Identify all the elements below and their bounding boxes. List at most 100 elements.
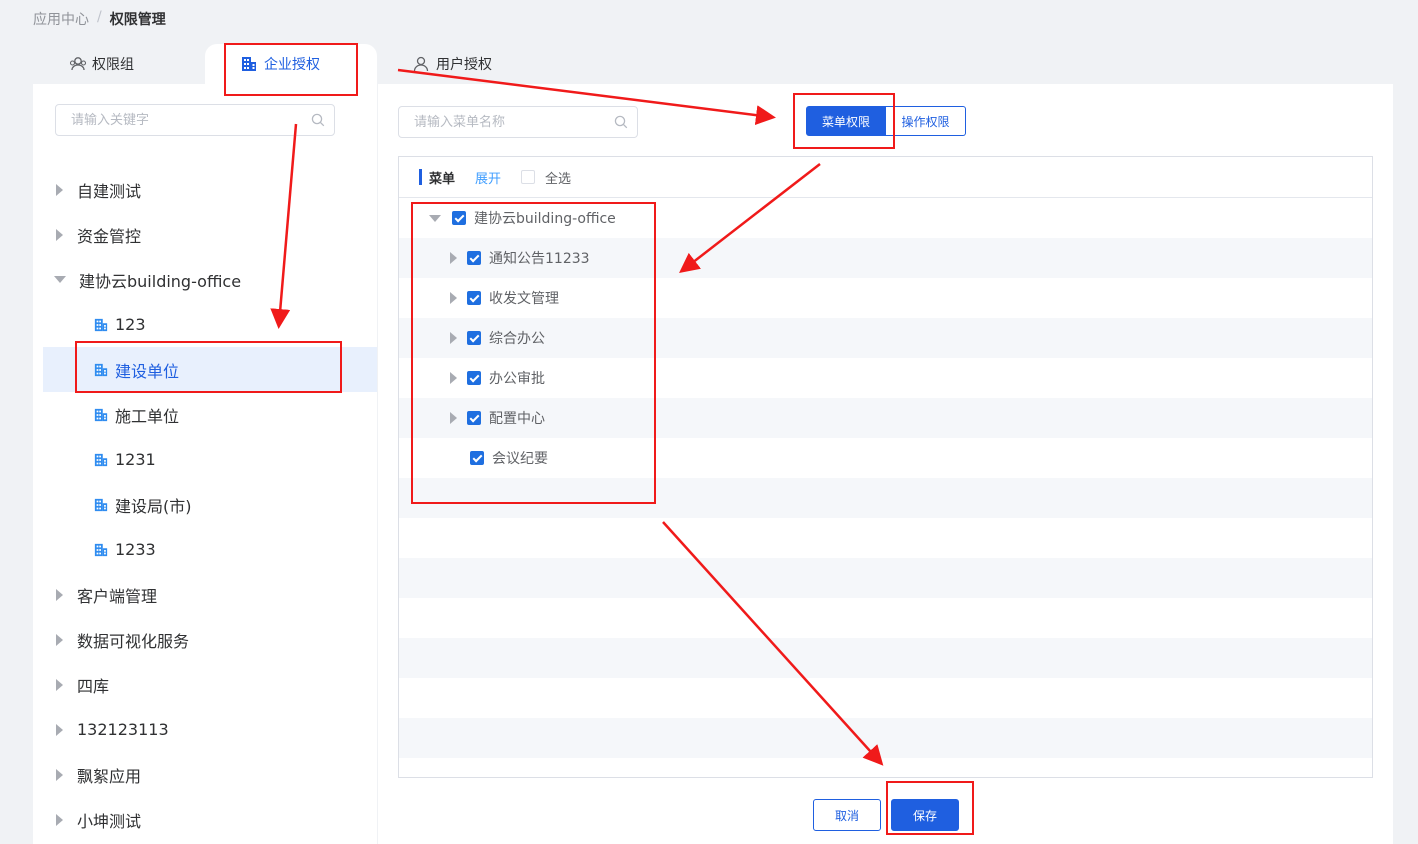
menu-tree-row[interactable]: 建协云building-office (399, 198, 1372, 238)
caret-right-icon[interactable] (56, 678, 63, 691)
menu-permission-button[interactable]: 菜单权限 (806, 106, 886, 136)
caret-right-icon[interactable] (450, 412, 457, 424)
menu-permission-panel: 菜单权限 操作权限 菜单 展开 全选 建协云building-office 通知… (378, 84, 1393, 844)
caret-right-icon[interactable] (56, 723, 63, 736)
breadcrumb-current: 权限管理 (109, 12, 166, 28)
search-icon[interactable] (311, 113, 325, 127)
menu-row-label: 办公审批 (489, 371, 545, 387)
tree-child-label: 1233 (115, 540, 156, 559)
building-icon (94, 363, 108, 376)
permission-management-page: 应用中心 / 权限管理 权限组 企业授权 用户授权 自建测试 资金管控 建协云b… (0, 0, 1418, 844)
building-icon (94, 453, 108, 466)
caret-right-icon[interactable] (56, 183, 63, 196)
building-icon (94, 543, 108, 556)
empty-row (399, 718, 1372, 758)
tree-item-label: 132123113 (77, 720, 169, 739)
empty-row (399, 478, 1372, 518)
caret-down-icon[interactable] (54, 276, 66, 283)
tree-item-132123113[interactable]: 132123113 (43, 707, 377, 752)
menu-tree-row[interactable]: 配置中心 (399, 398, 1372, 438)
menu-tree-header: 菜单 展开 全选 (399, 157, 1372, 198)
menu-checkbox[interactable] (467, 291, 481, 305)
tree-item-data-visualization[interactable]: 数据可视化服务 (43, 617, 377, 662)
tree-item-building-office[interactable]: 建协云building-office (43, 257, 377, 302)
empty-row (399, 558, 1372, 598)
tree-item-xiaokun-test[interactable]: 小坤测试 (43, 797, 377, 842)
menu-row-label: 建协云building-office (474, 211, 616, 227)
caret-right-icon[interactable] (56, 633, 63, 646)
user-icon (413, 56, 429, 72)
tree-item-self-built-test[interactable]: 自建测试 (43, 167, 377, 212)
caret-right-icon[interactable] (450, 372, 457, 384)
menu-checkbox[interactable] (467, 371, 481, 385)
tree-item-four-libraries[interactable]: 四库 (43, 662, 377, 707)
menu-row-label: 收发文管理 (489, 291, 559, 307)
select-all[interactable]: 全选 (521, 168, 571, 187)
empty-row (399, 598, 1372, 638)
operation-permission-button[interactable]: 操作权限 (886, 106, 966, 136)
tree-child-label: 123 (115, 315, 146, 334)
caret-right-icon[interactable] (56, 813, 63, 826)
tab-user-authorization[interactable]: 用户授权 (377, 44, 557, 84)
menu-checkbox[interactable] (470, 451, 484, 465)
tree-child-123[interactable]: 123 (43, 302, 377, 347)
select-all-checkbox[interactable] (521, 170, 536, 184)
search-icon[interactable] (614, 115, 628, 129)
tree-child-1233[interactable]: 1233 (43, 527, 377, 572)
keyword-search-input[interactable] (56, 105, 334, 135)
menu-tree-row[interactable]: 会议纪要 (399, 438, 1372, 478)
footer-actions: 取消 保存 (813, 799, 959, 831)
tree-child-label: 建设局(市) (115, 496, 192, 516)
menu-row-label: 配置中心 (489, 411, 545, 427)
caret-down-icon[interactable] (429, 214, 441, 222)
tree-child-label: 建设单位 (115, 361, 180, 381)
users-icon (69, 57, 87, 71)
menu-tree-row[interactable]: 收发文管理 (399, 278, 1372, 318)
tree-child-contractor[interactable]: 施工单位 (43, 392, 377, 437)
menu-checkbox[interactable] (467, 251, 481, 265)
tree-child-construction-bureau[interactable]: 建设局(市) (43, 482, 377, 527)
tree-child-1231[interactable]: 1231 (43, 437, 377, 482)
cancel-button[interactable]: 取消 (813, 799, 881, 831)
caret-right-icon[interactable] (450, 332, 457, 344)
empty-row (399, 638, 1372, 678)
menu-tree-row[interactable]: 办公审批 (399, 358, 1372, 398)
menu-tree-row[interactable]: 综合办公 (399, 318, 1372, 358)
tree-child-label: 1231 (115, 450, 156, 469)
caret-right-icon[interactable] (450, 292, 457, 304)
empty-row (399, 518, 1372, 558)
menu-row-label: 通知公告11233 (489, 251, 590, 267)
menu-search-input[interactable] (399, 107, 637, 137)
building-icon (242, 57, 256, 71)
enterprise-tree-panel: 自建测试 资金管控 建协云building-office 123 建设单位 施工… (33, 84, 377, 844)
tree-child-construction-unit[interactable]: 建设单位 (43, 347, 377, 392)
breadcrumb-app-center[interactable]: 应用中心 (33, 9, 89, 29)
save-button[interactable]: 保存 (891, 799, 959, 831)
menu-checkbox[interactable] (467, 411, 481, 425)
tree-item-label: 四库 (77, 676, 110, 696)
tree-item-label: 小坤测试 (77, 811, 142, 831)
caret-right-icon[interactable] (56, 588, 63, 601)
menu-checkbox[interactable] (452, 211, 466, 225)
menu-tree-box: 菜单 展开 全选 建协云building-office 通知公告11233 收发… (398, 156, 1373, 778)
building-icon (94, 498, 108, 511)
menu-title: 菜单 (429, 171, 456, 187)
menu-search (398, 106, 638, 138)
building-icon (94, 318, 108, 331)
tree-item-client-management[interactable]: 客户端管理 (43, 572, 377, 617)
expand-link[interactable]: 展开 (475, 168, 501, 187)
caret-right-icon[interactable] (56, 768, 63, 781)
menu-row-label: 综合办公 (489, 331, 545, 347)
tree-item-fund-control[interactable]: 资金管控 (43, 212, 377, 257)
tree-item-piaoxu-app[interactable]: 飘絮应用 (43, 752, 377, 797)
menu-checkbox[interactable] (467, 331, 481, 345)
tab-enterprise-authorization[interactable]: 企业授权 (205, 44, 377, 84)
menu-row-label: 会议纪要 (492, 451, 548, 467)
caret-right-icon[interactable] (450, 252, 457, 264)
tree-child-label: 施工单位 (115, 406, 180, 426)
menu-tree-row[interactable]: 通知公告11233 (399, 238, 1372, 278)
tab-permission-group[interactable]: 权限组 (33, 44, 205, 84)
caret-right-icon[interactable] (56, 228, 63, 241)
tab-bar: 权限组 企业授权 用户授权 (33, 44, 557, 84)
header-accent-bar (419, 169, 422, 185)
